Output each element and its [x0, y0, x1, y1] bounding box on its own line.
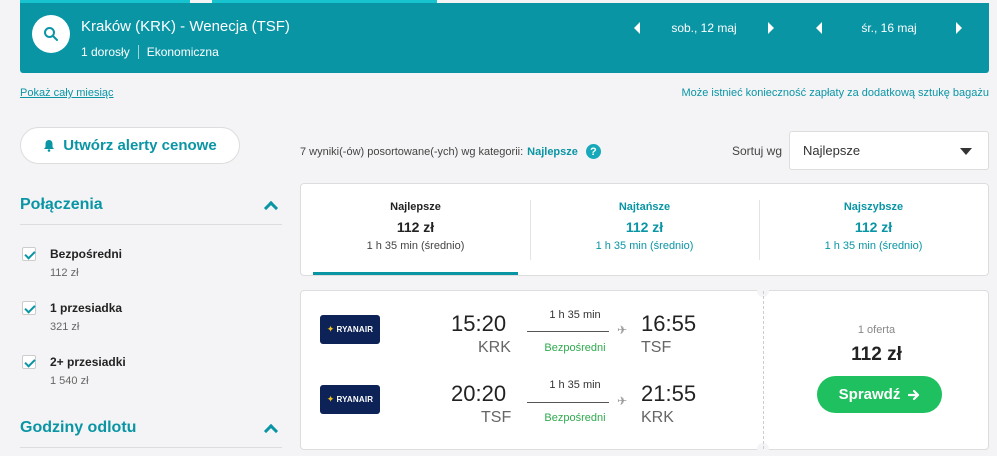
caret-down-icon [960, 148, 972, 155]
tab-price: 112 zł [396, 219, 435, 235]
return-date-nav: śr., 16 maj [816, 21, 962, 35]
check-deal-label: Sprawdź [838, 386, 901, 403]
harp-icon: ✦ [326, 394, 335, 404]
filter-price: 112 zł [50, 267, 79, 279]
connections-title: Połączenia [20, 196, 103, 213]
departure-date-nav: sob., 12 maj [634, 21, 774, 35]
plane-icon: ✈ [617, 394, 628, 408]
divider [137, 45, 139, 59]
chevron-up-icon[interactable] [263, 423, 279, 439]
next-departure-date-arrow-icon[interactable] [768, 22, 774, 34]
arrival-time: 16:55 [641, 311, 697, 336]
connections-section-header[interactable]: Połączenia [20, 196, 282, 216]
tab-title: Najlepsze [390, 201, 441, 213]
airline-logo: ✦ RYANAIR [320, 385, 380, 414]
departure-times-title: Godziny odlotu [20, 419, 137, 436]
filter-label: 2+ przesiadki [50, 355, 126, 369]
bell-icon [44, 140, 55, 152]
search-summary-bar[interactable]: Kraków (KRK) - Wenecja (TSF) 1 dorosły E… [20, 3, 989, 73]
passenger-count: 1 dorosły [81, 45, 130, 59]
departure-airport-code: TSF [481, 409, 512, 426]
sort-dropdown[interactable]: Najlepsze [789, 131, 989, 170]
trip-details: 1 dorosły Ekonomiczna [81, 45, 219, 59]
next-return-date-arrow-icon[interactable] [956, 22, 962, 34]
results-count-text: 7 wyniki(-ów) posortowane(-ych) wg kateg… [300, 145, 524, 158]
stops-label: Bezpośredni [544, 342, 606, 354]
tab-title: Najszybsze [843, 201, 904, 213]
plane-icon: ✈ [617, 323, 628, 337]
direct-checkbox[interactable] [22, 247, 36, 261]
card-divider [763, 291, 764, 449]
baggage-note-link[interactable]: Może istnieć konieczność zapłaty za doda… [681, 87, 989, 99]
tab-price: 112 zł [854, 219, 893, 235]
arrival-airport-code: TSF [641, 339, 672, 356]
check-deal-button[interactable]: Sprawdź [817, 376, 942, 413]
create-price-alert-label: Utwórz alerty cenowe [63, 137, 217, 154]
filter-label: 1 przesiadka [50, 301, 123, 315]
results-summary: 7 wyniki(-ów) posortowane(-ych) wg kateg… [300, 144, 601, 159]
return-date[interactable]: śr., 16 maj [822, 21, 956, 35]
tab-best[interactable]: Najlepsze 112 zł 1 h 35 min (średnio) [301, 184, 530, 275]
sort-selected-value: Najlepsze [803, 143, 861, 158]
airline-logo: ✦ RYANAIR [320, 315, 380, 344]
flight-line [527, 402, 609, 403]
flight-duration: 1 h 35 min [549, 379, 601, 391]
departure-airport-code: KRK [478, 339, 511, 356]
two-plus-stops-checkbox[interactable] [22, 355, 36, 369]
chevron-up-icon[interactable] [263, 200, 279, 216]
tab-price: 112 zł [625, 219, 664, 235]
harp-icon: ✦ [326, 324, 335, 334]
departure-times-section-header[interactable]: Godziny odlotu [20, 419, 282, 439]
departure-time: 20:20 [451, 381, 507, 406]
one-stop-checkbox[interactable] [22, 301, 36, 315]
flight-duration: 1 h 35 min [549, 309, 601, 321]
filter-label: Bezpośredni [50, 247, 123, 261]
create-price-alert-button[interactable]: Utwórz alerty cenowe [20, 127, 240, 164]
sort-tabs: Najlepsze 112 zł 1 h 35 min (średnio) Na… [300, 183, 989, 276]
departure-time: 15:20 [451, 311, 507, 336]
arrival-time: 21:55 [641, 381, 697, 406]
flight-line [527, 331, 609, 332]
search-icon [44, 27, 58, 41]
stops-label: Bezpośredni [544, 412, 606, 424]
section-divider [20, 447, 282, 448]
departure-date[interactable]: sob., 12 maj [640, 21, 768, 35]
airline-name: RYANAIR [336, 325, 374, 334]
result-price: 112 zł [851, 344, 902, 365]
filter-price: 321 zł [50, 321, 80, 333]
tab-title: Najtańsze [618, 201, 671, 213]
show-month-link[interactable]: Pokaż cały miesiąc [20, 87, 114, 99]
flight-result-card[interactable]: ✦ RYANAIR 15:20 KRK 1 h 35 min ✈ Bezpośr… [300, 285, 989, 455]
results-category: Najlepsze [527, 145, 578, 158]
airline-name: RYANAIR [336, 395, 374, 404]
arrow-right-icon [908, 389, 920, 400]
search-button[interactable] [32, 15, 70, 53]
arrival-airport-code: KRK [641, 409, 674, 426]
route-title: Kraków (KRK) - Wenecja (TSF) [81, 18, 290, 35]
offer-count: 1 oferta [857, 324, 896, 336]
tab-duration: 1 h 35 min (średnio) [824, 240, 923, 252]
cabin-class: Ekonomiczna [146, 45, 219, 59]
tab-cheapest[interactable]: Najtańsze 112 zł 1 h 35 min (średnio) [530, 184, 759, 275]
sort-label: Sortuj wg [732, 144, 783, 158]
help-icon[interactable]: ? [585, 144, 601, 159]
filter-price: 1 540 zł [50, 375, 89, 387]
tab-fastest[interactable]: Najszybsze 112 zł 1 h 35 min (średnio) [759, 184, 988, 275]
section-divider [20, 224, 282, 225]
tab-duration: 1 h 35 min (średnio) [595, 240, 694, 252]
tab-duration: 1 h 35 min (średnio) [366, 240, 465, 252]
